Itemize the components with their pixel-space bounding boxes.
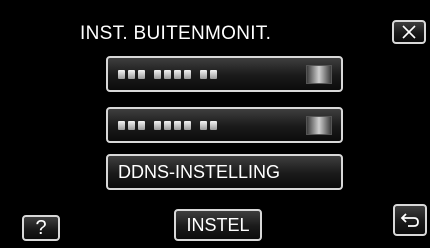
value-indicator bbox=[306, 65, 332, 84]
setting-item-1[interactable] bbox=[106, 56, 343, 92]
set-label: INSTEL bbox=[186, 214, 250, 235]
ddns-setting-label: DDNS-INSTELLING bbox=[118, 161, 281, 182]
setting-item-2[interactable] bbox=[106, 107, 343, 143]
set-button[interactable]: INSTEL bbox=[174, 209, 262, 241]
camera-settings-screen: INST. BUITENMONIT. DDNS-INSTELLING ? INS… bbox=[0, 0, 430, 248]
close-button[interactable] bbox=[392, 20, 426, 44]
value-indicator bbox=[306, 116, 332, 135]
help-button[interactable]: ? bbox=[22, 215, 60, 241]
back-arrow-icon bbox=[400, 213, 419, 227]
masked-text bbox=[118, 70, 220, 79]
help-label: ? bbox=[35, 216, 47, 239]
back-button[interactable] bbox=[393, 204, 427, 236]
ddns-setting-button[interactable]: DDNS-INSTELLING bbox=[106, 154, 343, 190]
page-title: INST. BUITENMONIT. bbox=[80, 23, 272, 44]
masked-text bbox=[118, 121, 220, 130]
close-icon bbox=[402, 25, 416, 39]
